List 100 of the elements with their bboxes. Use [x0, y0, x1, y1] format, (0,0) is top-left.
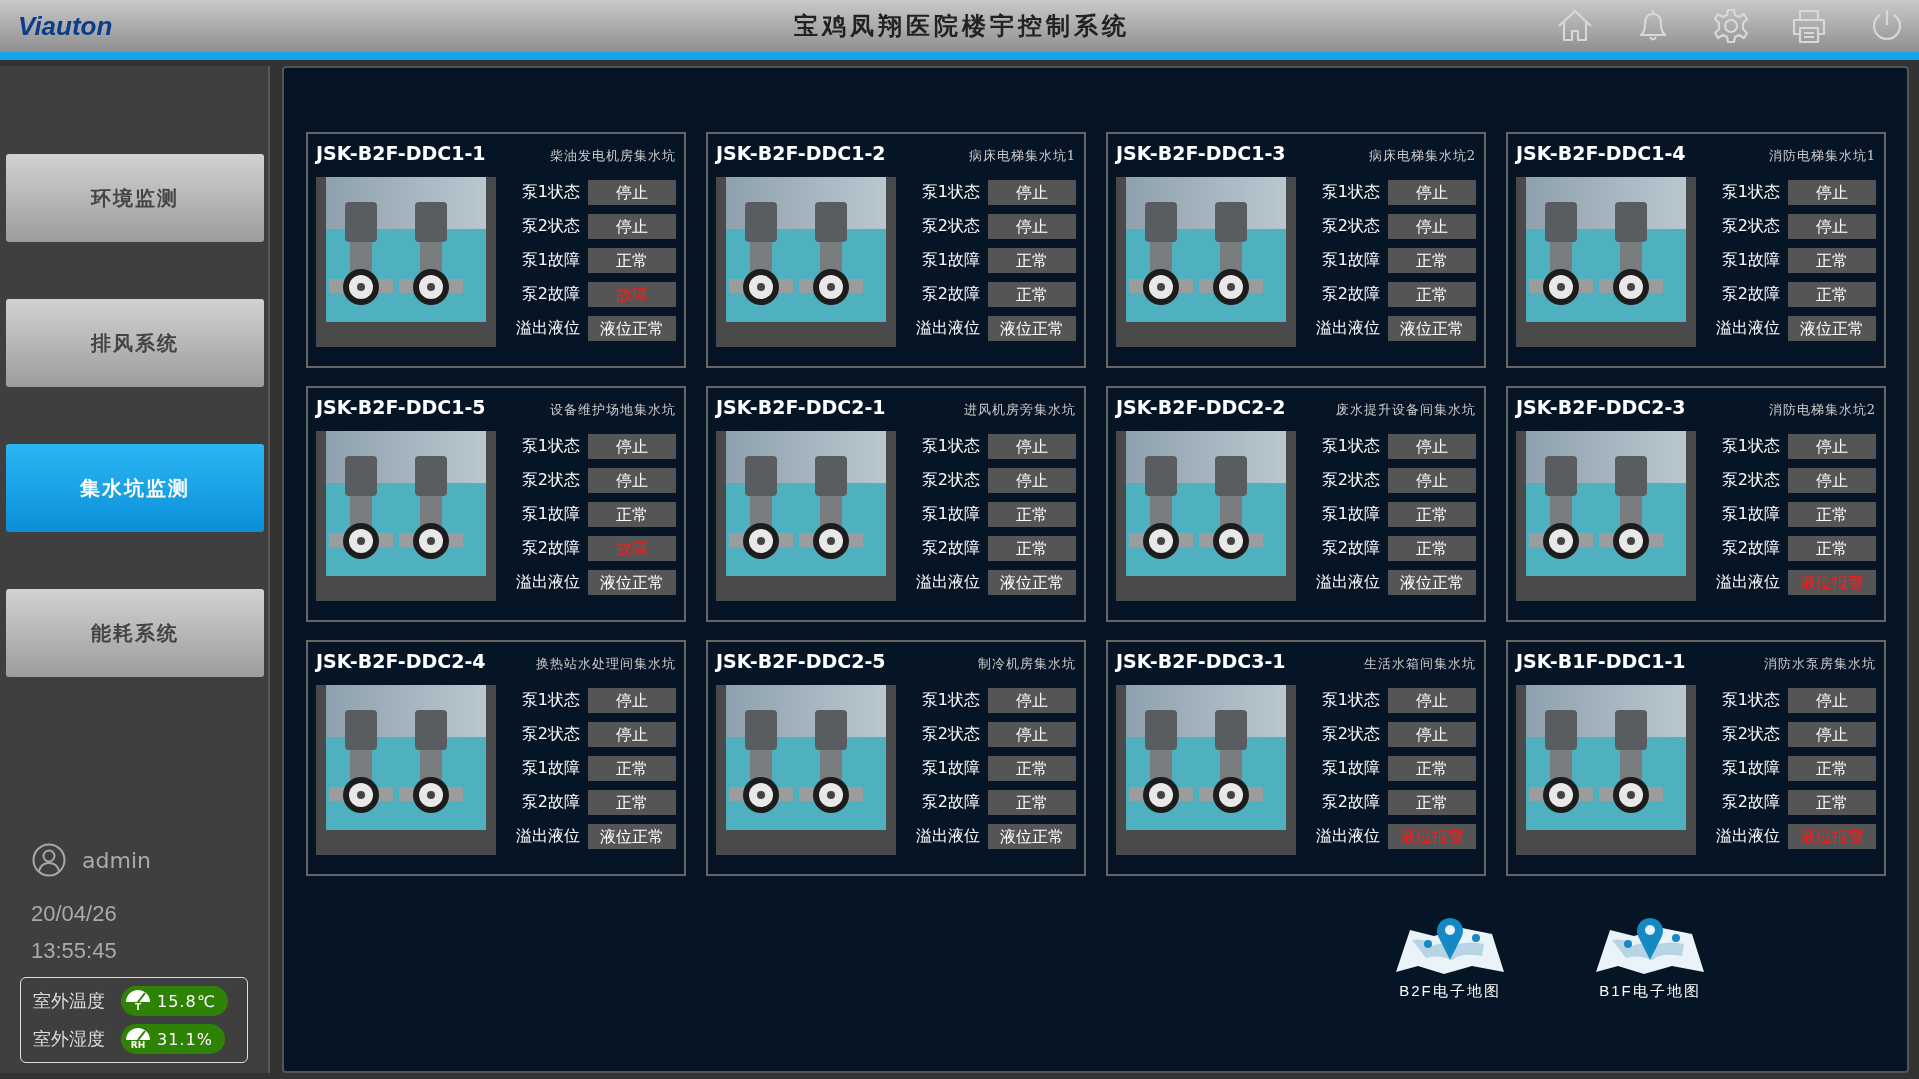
status-label: 泵1故障	[921, 250, 980, 271]
menu-button[interactable]: 环境监测	[6, 154, 264, 242]
status-value: 正常	[1788, 536, 1876, 561]
status-value: 停止	[988, 180, 1076, 205]
pit-location: 换热站水处理间集水坑	[536, 655, 676, 673]
status-value: 停止	[588, 688, 676, 713]
status-value: 液位报警	[1788, 824, 1876, 849]
status-value: 停止	[1388, 434, 1476, 459]
status-label: 泵2状态	[521, 216, 580, 237]
status-value: 停止	[1388, 214, 1476, 239]
pit-id: JSK-B2F-DDC2-4	[316, 650, 486, 672]
date-text: 20/04/26	[30, 900, 118, 928]
status-value: 停止	[588, 434, 676, 459]
status-value: 故障	[588, 282, 676, 307]
status-label: 泵2状态	[1321, 216, 1380, 237]
status-value: 停止	[988, 468, 1076, 493]
user-name: admin	[82, 847, 151, 873]
status-label: 泵2状态	[921, 470, 980, 491]
status-value: 停止	[588, 468, 676, 493]
status-label: 泵1故障	[1721, 758, 1780, 779]
status-value: 液位正常	[1388, 316, 1476, 341]
status-label: 泵1状态	[1321, 182, 1380, 203]
status-label: 溢出液位	[916, 318, 980, 339]
pit-location: 消防水泵房集水坑	[1764, 655, 1876, 673]
status-value: 故障	[588, 536, 676, 561]
status-label: 泵2状态	[521, 470, 580, 491]
status-label: 泵1故障	[1321, 250, 1380, 271]
pit-id: JSK-B2F-DDC2-5	[716, 650, 886, 672]
status-label: 泵1故障	[1721, 504, 1780, 525]
status-label: 泵2故障	[1321, 792, 1380, 813]
weather-label: 室外温度	[33, 989, 105, 1013]
status-label: 泵2状态	[1721, 724, 1780, 745]
status-value: 停止	[988, 214, 1076, 239]
status-label: 泵1状态	[921, 436, 980, 457]
status-label: 泵2故障	[1721, 792, 1780, 813]
status-value: 正常	[988, 502, 1076, 527]
status-label: 泵2故障	[921, 284, 980, 305]
status-label: 泵1状态	[1721, 690, 1780, 711]
status-value: 停止	[1388, 180, 1476, 205]
status-value: 正常	[1388, 790, 1476, 815]
status-value: 停止	[1788, 180, 1876, 205]
reading-value: 31.1%	[157, 1029, 213, 1049]
status-label: 泵1状态	[1721, 436, 1780, 457]
window-title: 宝鸡凤翔医院楼宇控制系统	[792, 12, 1131, 41]
map-button[interactable]: B2F电子地图	[1392, 916, 1508, 1001]
status-label: 泵1状态	[921, 182, 980, 203]
status-label: 泵1故障	[1321, 504, 1380, 525]
status-label: 泵1故障	[521, 250, 580, 271]
status-value: 液位正常	[1788, 316, 1876, 341]
status-value: 正常	[988, 756, 1076, 781]
status-label: 泵1故障	[1321, 758, 1380, 779]
status-label: 溢出液位	[916, 826, 980, 847]
status-value: 停止	[1388, 688, 1476, 713]
status-value: 液位正常	[588, 824, 676, 849]
status-value: 正常	[588, 756, 676, 781]
map-button[interactable]: B1F电子地图	[1592, 916, 1708, 1001]
time-text: 13:55:45	[30, 937, 118, 965]
menu-button[interactable]: 能耗系统	[6, 589, 264, 677]
status-value: 正常	[588, 502, 676, 527]
status-label: 溢出液位	[1716, 826, 1780, 847]
status-value: 停止	[1388, 468, 1476, 493]
user-icon	[32, 843, 66, 877]
status-value: 液位正常	[1388, 570, 1476, 595]
pit-id: JSK-B2F-DDC2-3	[1516, 396, 1686, 418]
status-label: 泵1状态	[1321, 690, 1380, 711]
status-label: 泵1故障	[921, 504, 980, 525]
status-label: 溢出液位	[1316, 318, 1380, 339]
status-value: 正常	[988, 248, 1076, 273]
status-label: 泵1状态	[521, 182, 580, 203]
pit-id: JSK-B2F-DDC2-1	[716, 396, 886, 418]
status-label: 泵2故障	[921, 538, 980, 559]
status-value: 液位报警	[1388, 824, 1476, 849]
status-value: 停止	[988, 434, 1076, 459]
pit-location: 消防电梯集水坑1	[1768, 147, 1876, 165]
status-value: 停止	[588, 180, 676, 205]
menu-button[interactable]: 集水坑监测	[6, 444, 264, 532]
status-label: 泵2故障	[521, 284, 580, 305]
menu-button[interactable]: 排风系统	[6, 299, 264, 387]
status-value: 正常	[1388, 536, 1476, 561]
status-label: 泵1状态	[1721, 182, 1780, 203]
status-label: 泵1状态	[521, 690, 580, 711]
status-label: 泵2故障	[1721, 284, 1780, 305]
pit-location: 进风机房旁集水坑	[964, 401, 1076, 419]
pit-location: 生活水箱间集水坑	[1364, 655, 1476, 673]
status-label: 泵2状态	[521, 724, 580, 745]
status-label: 泵2状态	[1321, 724, 1380, 745]
pit-id: JSK-B2F-DDC3-1	[1116, 650, 1286, 672]
status-label: 泵2故障	[1321, 284, 1380, 305]
status-label: 泵1故障	[1721, 250, 1780, 271]
status-label: 溢出液位	[1716, 318, 1780, 339]
status-value: 正常	[988, 536, 1076, 561]
status-label: 泵1故障	[521, 758, 580, 779]
status-value: 正常	[1388, 502, 1476, 527]
pit-id: JSK-B2F-DDC1-2	[716, 142, 886, 164]
settings-icon[interactable]	[1711, 6, 1751, 46]
pit-id: JSK-B2F-DDC1-4	[1516, 142, 1686, 164]
status-value: 液位正常	[988, 316, 1076, 341]
status-value: 正常	[588, 248, 676, 273]
pit-location: 病床电梯集水坑2	[1368, 147, 1476, 165]
status-label: 溢出液位	[516, 318, 580, 339]
